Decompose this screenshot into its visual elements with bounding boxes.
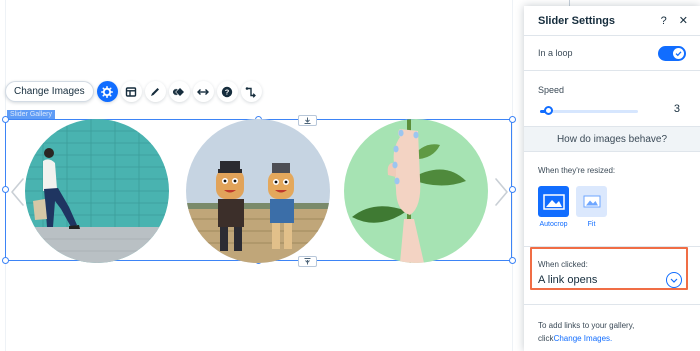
loop-label: In a loop: [538, 48, 573, 58]
checkmark-icon: [675, 50, 682, 56]
resize-option-autocrop[interactable]: Autocrop: [538, 186, 569, 228]
footer-prefix: click: [538, 334, 554, 343]
help-icon[interactable]: ?: [661, 15, 667, 27]
footer-note: To add links to your gallery, clickChang…: [524, 305, 700, 345]
change-images-link[interactable]: Change Images.: [554, 334, 613, 343]
loop-toggle[interactable]: [658, 45, 686, 61]
image-icon: [542, 193, 565, 210]
resize-row: When they're resized: Autocrop Fit: [524, 152, 700, 247]
design-icon[interactable]: [144, 81, 166, 102]
section-header: How do images behave?: [524, 127, 700, 152]
change-images-button[interactable]: Change Images: [5, 81, 94, 102]
layout-icon[interactable]: [120, 81, 142, 102]
top-anchor-icon[interactable]: [298, 115, 317, 126]
image-icon: [583, 195, 600, 208]
resize-handle[interactable]: [2, 257, 9, 264]
connect-icon[interactable]: [240, 81, 262, 102]
help-icon[interactable]: ?: [216, 81, 238, 102]
speed-label: Speed: [538, 85, 565, 95]
panel-title: Slider Settings: [538, 14, 616, 27]
animation-icon[interactable]: [168, 81, 190, 102]
element-toolbar: Change Images ?: [5, 80, 262, 103]
element-name-tag: Slider Gallery: [7, 110, 56, 119]
svg-text:?: ?: [225, 87, 230, 96]
slider-settings-panel: Slider Settings ? ✕ In a loop Speed 3 Ho…: [524, 6, 700, 351]
resize-label: When they're resized:: [538, 166, 616, 175]
toggle-knob: [673, 47, 684, 59]
close-icon[interactable]: ✕: [679, 14, 688, 27]
canvas-guide-right: [512, 0, 513, 351]
fit-thumbnail: [576, 186, 607, 217]
autocrop-thumbnail: [538, 186, 569, 217]
footer-text: To add links to your gallery,: [538, 321, 635, 330]
resize-option-fit[interactable]: Fit: [576, 186, 607, 228]
fit-label: Fit: [587, 221, 596, 228]
bottom-anchor-icon[interactable]: [298, 256, 317, 267]
resize-handle[interactable]: [509, 116, 516, 123]
gallery-image[interactable]: [25, 119, 169, 263]
speed-row: Speed 3: [524, 71, 700, 127]
autocrop-label: Autocrop: [539, 221, 568, 228]
gallery-image[interactable]: [344, 119, 488, 263]
resize-handle[interactable]: [2, 116, 9, 123]
gallery-image[interactable]: [186, 119, 330, 263]
settings-icon[interactable]: [96, 81, 118, 102]
footer-line: clickChange Images.: [538, 332, 686, 345]
stretch-icon[interactable]: [192, 81, 214, 102]
speed-value: 3: [673, 103, 680, 115]
speed-slider[interactable]: [540, 106, 638, 115]
loop-row: In a loop: [524, 36, 700, 71]
panel-header: Slider Settings ? ✕: [524, 6, 700, 36]
next-arrow-icon[interactable]: [491, 176, 511, 208]
resize-handle[interactable]: [509, 257, 516, 264]
speed-slider-thumb[interactable]: [543, 106, 553, 115]
highlight-outline: [530, 247, 688, 290]
